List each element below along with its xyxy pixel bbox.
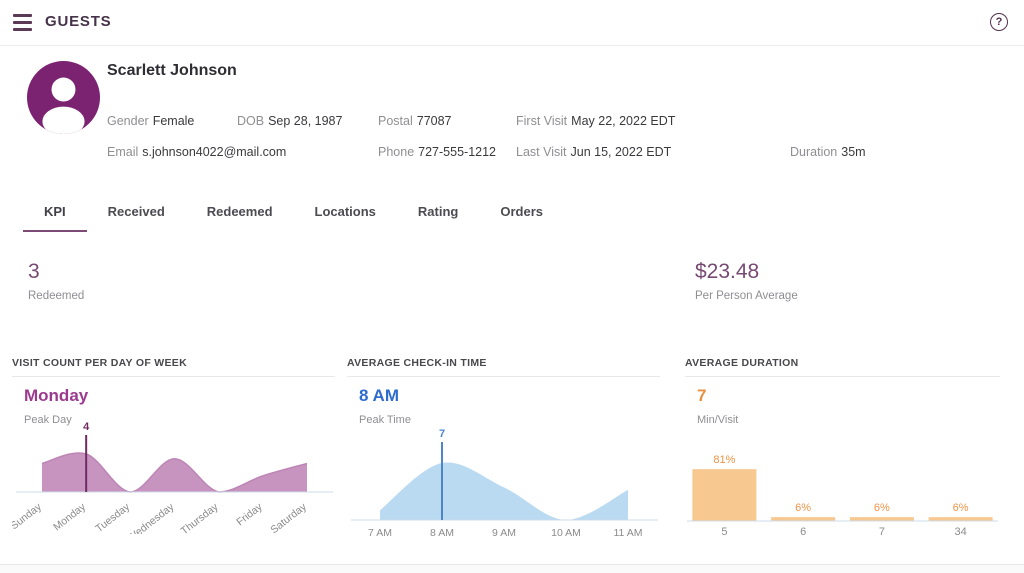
chart-title: AVERAGE DURATION	[685, 357, 799, 369]
field-value: 35m	[841, 145, 865, 159]
svg-text:7: 7	[439, 428, 445, 440]
svg-text:6%: 6%	[953, 502, 969, 514]
field-value: Female	[153, 114, 195, 128]
field-label: Gender	[107, 114, 149, 128]
kpi-charts: VISIT COUNT PER DAY OF WEEK Monday Peak …	[0, 350, 1024, 550]
svg-text:10 AM: 10 AM	[551, 527, 581, 539]
field-postal: Postal 77087	[378, 114, 452, 128]
stat-per-person-average: $23.48 Per Person Average	[695, 260, 798, 302]
field-last-visit: Last Visit Jun 15, 2022 EDT	[516, 145, 671, 159]
svg-text:5: 5	[721, 526, 727, 538]
svg-text:7 AM: 7 AM	[368, 527, 392, 539]
chart-title: AVERAGE CHECK-IN TIME	[347, 357, 487, 369]
stat-value: 3	[28, 260, 84, 284]
avatar	[27, 61, 100, 134]
svg-text:34: 34	[955, 526, 967, 538]
guest-profile-section: Scarlett Johnson Gender Female DOB Sep 28,…	[0, 46, 1024, 186]
field-label: DOB	[237, 114, 264, 128]
tab-orders[interactable]: Orders	[479, 194, 564, 232]
svg-text:81%: 81%	[713, 454, 735, 466]
svg-text:Sunday: Sunday	[12, 500, 44, 532]
duration-value: 7	[697, 386, 706, 406]
svg-text:Wednesday: Wednesday	[125, 500, 177, 534]
help-icon[interactable]: ?	[990, 13, 1008, 31]
guest-tabs: KPI Received Redeemed Locations Rating O…	[23, 194, 564, 232]
stat-value: $23.48	[695, 260, 798, 284]
field-label: Last Visit	[516, 145, 567, 159]
duration-bar-chart: 81% 5 6% 6 6% 7 6% 34	[685, 412, 1000, 542]
field-first-visit: First Visit May 22, 2022 EDT	[516, 114, 675, 128]
stat-label: Redeemed	[28, 290, 84, 302]
field-label: First Visit	[516, 114, 567, 128]
svg-text:Tuesday: Tuesday	[93, 500, 132, 534]
stat-label: Per Person Average	[695, 290, 798, 302]
tab-rating[interactable]: Rating	[397, 194, 479, 232]
field-value: Sep 28, 1987	[268, 114, 342, 128]
stat-redeemed: 3 Redeemed	[28, 260, 84, 302]
field-dob: DOB Sep 28, 1987	[237, 114, 342, 128]
svg-text:9 AM: 9 AM	[492, 527, 516, 539]
svg-text:Monday: Monday	[51, 500, 88, 533]
divider	[12, 376, 335, 377]
field-duration: Duration 35m	[790, 145, 866, 159]
svg-text:6: 6	[800, 526, 806, 538]
tab-redeemed[interactable]: Redeemed	[186, 194, 294, 232]
tab-received[interactable]: Received	[87, 194, 186, 232]
svg-text:8 AM: 8 AM	[430, 527, 454, 539]
tab-kpi[interactable]: KPI	[23, 194, 87, 232]
top-bar: GUESTS ?	[0, 0, 1024, 46]
svg-text:11 AM: 11 AM	[614, 527, 643, 539]
tab-locations[interactable]: Locations	[294, 194, 397, 232]
field-email: Email s.johnson4022@mail.com	[107, 145, 286, 159]
peak-day-value: Monday	[24, 386, 88, 406]
svg-text:4: 4	[83, 421, 90, 433]
chart-title: VISIT COUNT PER DAY OF WEEK	[12, 357, 187, 369]
field-value: May 22, 2022 EDT	[571, 114, 675, 128]
svg-text:6%: 6%	[874, 502, 890, 514]
checkin-time-area-chart: 7 7 AM 8 AM 9 AM 10 AM 11 AM	[347, 412, 660, 548]
peak-time-value: 8 AM	[359, 386, 399, 406]
kpi-stats: 3 Redeemed $23.48 Per Person Average	[0, 254, 1024, 334]
svg-text:Thursday: Thursday	[179, 500, 221, 534]
field-value: 77087	[417, 114, 452, 128]
field-value: 727-555-1212	[418, 145, 496, 159]
field-label: Duration	[790, 145, 837, 159]
page-title: GUESTS	[45, 13, 111, 30]
visit-count-area-chart: 4 SundayMondayTuesdayWednesdayThursday Fri…	[12, 412, 335, 534]
divider	[685, 376, 1000, 377]
svg-text:6%: 6%	[795, 502, 811, 514]
field-value: s.johnson4022@mail.com	[142, 145, 286, 159]
bottom-area	[0, 565, 1024, 573]
field-label: Postal	[378, 114, 413, 128]
field-phone: Phone 727-555-1212	[378, 145, 496, 159]
divider	[347, 376, 660, 377]
field-label: Email	[107, 145, 138, 159]
hamburger-menu-icon[interactable]	[13, 14, 32, 31]
svg-text:7: 7	[879, 526, 885, 538]
svg-text:Saturday: Saturday	[268, 500, 309, 534]
field-label: Phone	[378, 145, 414, 159]
svg-text:Friday: Friday	[234, 500, 265, 528]
field-value: Jun 15, 2022 EDT	[571, 145, 672, 159]
field-gender: Gender Female	[107, 114, 194, 128]
guest-name: Scarlett Johnson	[107, 62, 237, 80]
guest-detail-page: GUESTS ? Scarlett Johnson Gender Female D…	[0, 0, 1024, 573]
